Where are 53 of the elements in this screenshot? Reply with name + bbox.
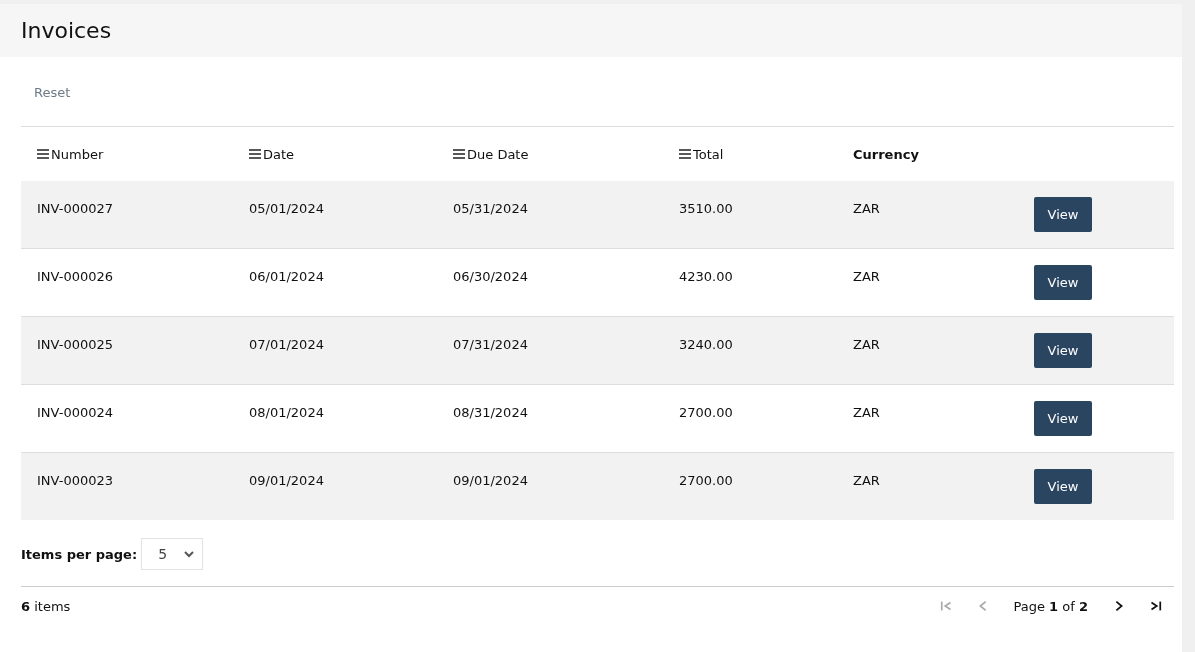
table-cell-text: ZAR [852, 201, 880, 216]
table-cell-text: 2700.00 [678, 405, 733, 420]
page-title: Invoices [21, 18, 112, 43]
item-count: 6 items [21, 598, 71, 614]
view-button[interactable]: View [1034, 333, 1092, 368]
table-cell-text: ZAR [852, 269, 880, 284]
page-size-select[interactable]: 5 [141, 538, 204, 570]
table-cell-text: 08/01/2024 [248, 405, 324, 420]
column-label: Date [263, 146, 295, 162]
column-label: Total [693, 146, 724, 162]
column-label: Currency [853, 146, 919, 162]
last-page-icon [1148, 599, 1162, 613]
table-cell-text: ZAR [852, 337, 880, 352]
menu-icon [679, 149, 691, 159]
items-per-page-label: Items per page: [21, 546, 138, 562]
table-cell-text: 07/31/2024 [452, 337, 528, 352]
table-cell-text: 08/31/2024 [452, 405, 528, 420]
page-info: Page 1 of 2 [1012, 598, 1089, 614]
reset-link[interactable]: Reset [21, 57, 84, 126]
table-cell-text: 3510.00 [678, 201, 733, 216]
view-button[interactable]: View [1034, 197, 1092, 232]
table-cell-text: 09/01/2024 [248, 473, 324, 488]
table-cell-text: 3240.00 [678, 337, 733, 352]
table-cell-text: INV-000024 [36, 405, 113, 420]
table-cell-text: ZAR [852, 405, 880, 420]
table-cell-text: 4230.00 [678, 269, 733, 284]
table-cell-text: 06/01/2024 [248, 269, 324, 284]
view-button[interactable]: View [1034, 401, 1092, 436]
column-header[interactable]: Total [663, 146, 837, 162]
table-cell-text: 2700.00 [678, 473, 733, 488]
menu-icon [453, 149, 465, 159]
view-button[interactable]: View [1034, 265, 1092, 300]
table-cell-text: INV-000026 [36, 269, 113, 284]
table-cell-text: 07/01/2024 [248, 337, 324, 352]
first-page-icon [939, 599, 954, 613]
chevron-down-icon [184, 550, 195, 558]
column-header[interactable]: Due Date [437, 146, 663, 162]
column-label: Due Date [467, 146, 529, 162]
table-cell-text: INV-000025 [36, 337, 113, 352]
table-cell-text: 06/30/2024 [452, 269, 528, 284]
column-header[interactable]: Currency [837, 146, 1009, 162]
table-cell-text: 09/01/2024 [452, 473, 528, 488]
table-cell-text: 05/31/2024 [452, 201, 528, 216]
menu-icon [37, 149, 49, 159]
column-header[interactable]: Number [21, 146, 233, 162]
table-cell-text: ZAR [852, 473, 880, 488]
column-label: Number [51, 146, 104, 162]
column-header[interactable]: Date [233, 146, 437, 162]
table-cell-text: 05/01/2024 [248, 201, 324, 216]
menu-icon [249, 149, 261, 159]
table-cell-text: INV-000023 [36, 473, 113, 488]
table-cell-text: INV-000027 [36, 201, 113, 216]
view-button[interactable]: View [1034, 469, 1092, 504]
